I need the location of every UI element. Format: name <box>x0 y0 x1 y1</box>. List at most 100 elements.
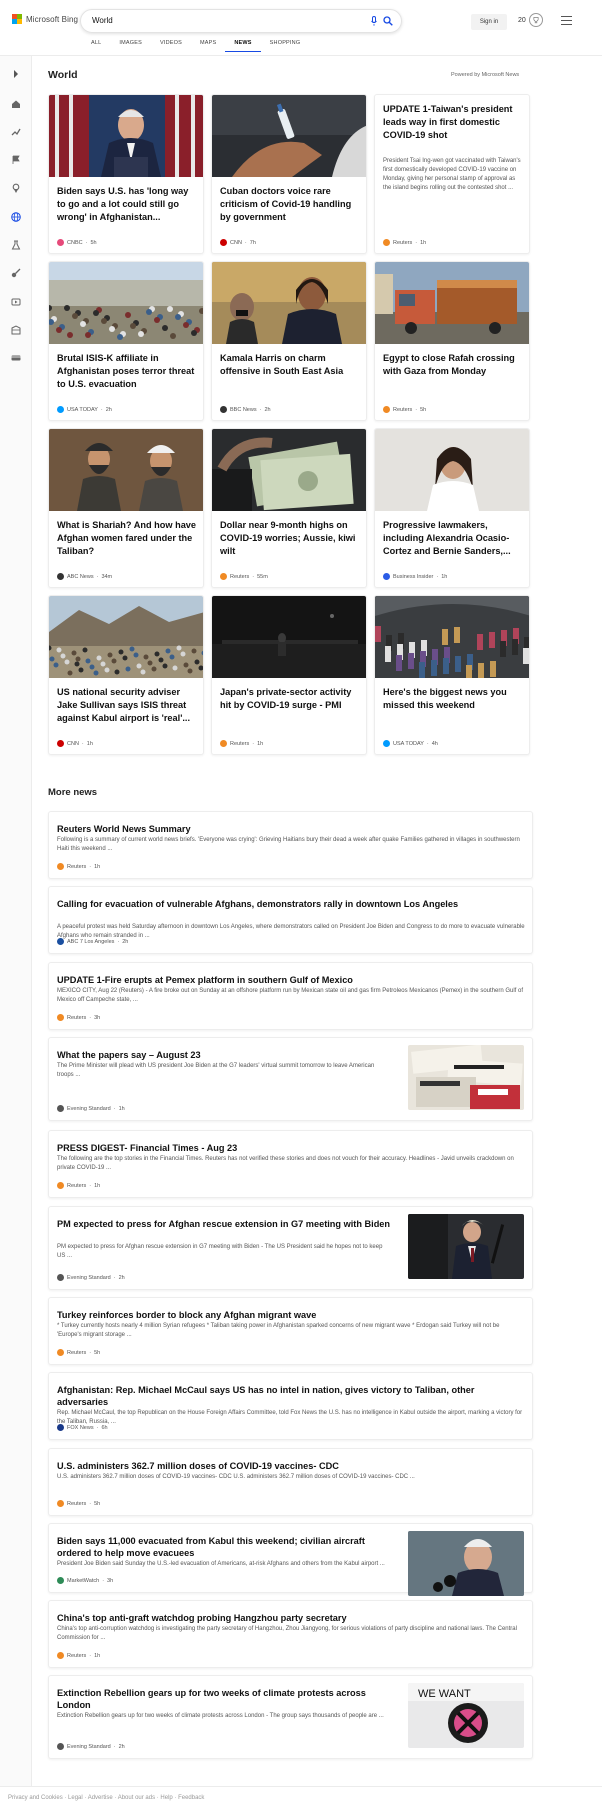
sidebar-item-globe[interactable] <box>10 211 22 223</box>
news-card-headline[interactable]: Biden says U.S. has 'long way to go and … <box>57 185 197 224</box>
sidebar-item-entertainment[interactable] <box>10 324 22 336</box>
news-card-headline[interactable]: US national security adviser Jake Sulliv… <box>57 686 197 725</box>
list-item-thumbnail[interactable] <box>408 1531 524 1596</box>
list-item[interactable]: UPDATE 1-Fire erupts at Pemex platform i… <box>48 962 533 1030</box>
news-card-source[interactable]: CNN · 7h <box>220 239 256 246</box>
news-card-headline[interactable]: Dollar near 9-month highs on COVID-19 wo… <box>220 519 360 558</box>
sidebar-item-expand[interactable] <box>10 68 22 80</box>
list-item[interactable]: PRESS DIGEST- Financial Times - Aug 23 Th… <box>48 1130 533 1198</box>
list-item-thumbnail[interactable] <box>408 1045 524 1110</box>
sidebar-item-trending[interactable] <box>10 126 22 138</box>
list-item[interactable]: Biden says 11,000 evacuated from Kabul t… <box>48 1523 533 1596</box>
news-card-source[interactable]: BBC News · 2h <box>220 406 271 413</box>
news-card-source[interactable]: Business Insider · 1h <box>383 573 447 580</box>
news-card-image[interactable] <box>375 262 529 344</box>
rewards-button[interactable]: 20 <box>518 13 543 27</box>
list-item-headline[interactable]: Afghanistan: Rep. Michael McCaul says US… <box>57 1384 525 1408</box>
news-card-image[interactable] <box>49 95 203 177</box>
sign-in-button[interactable]: Sign in <box>471 14 507 30</box>
list-item[interactable]: Afghanistan: Rep. Michael McCaul says US… <box>48 1372 533 1440</box>
list-item-headline[interactable]: PRESS DIGEST- Financial Times - Aug 23 <box>57 1142 525 1154</box>
tab-news[interactable]: NEWS <box>225 40 261 52</box>
list-item-headline[interactable]: Extinction Rebellion gears up for two we… <box>57 1687 392 1711</box>
list-item-thumbnail[interactable] <box>408 1214 524 1279</box>
search-box[interactable]: World <box>80 9 402 33</box>
list-item-source[interactable]: Evening Standard · 2h <box>57 1274 125 1281</box>
news-card-image[interactable] <box>49 429 203 511</box>
news-card[interactable]: Biden says U.S. has 'long way to go and … <box>48 94 204 254</box>
list-item-source[interactable]: Reuters · 1h <box>57 863 100 870</box>
search-input[interactable]: World <box>92 16 113 25</box>
sidebar-item-location[interactable] <box>10 182 22 194</box>
news-card[interactable]: US national security adviser Jake Sulliv… <box>48 595 204 755</box>
list-item-headline[interactable]: Calling for evacuation of vulnerable Afg… <box>57 898 525 910</box>
list-item-source[interactable]: Evening Standard · 1h <box>57 1105 125 1112</box>
news-card-headline[interactable]: Progressive lawmakers, including Alexand… <box>383 519 523 558</box>
list-item[interactable]: What the papers say – August 23 The Prime… <box>48 1037 533 1121</box>
sidebar-item-flag[interactable] <box>10 154 22 166</box>
news-card-image[interactable] <box>375 596 529 681</box>
news-card-source[interactable]: USA TODAY · 4h <box>383 740 438 747</box>
news-card[interactable]: Brutal ISIS-K affiliate in Afghanistan p… <box>48 261 204 421</box>
news-card-source[interactable]: Reuters · 5h <box>383 406 426 413</box>
list-item-source[interactable]: FOX News · 6h <box>57 1424 108 1431</box>
news-card-source[interactable]: CNBC · 5h <box>57 239 97 246</box>
hamburger-menu-icon[interactable] <box>561 16 572 25</box>
news-card-image[interactable] <box>375 429 529 511</box>
tab-all[interactable]: ALL <box>82 40 110 52</box>
microphone-icon[interactable] <box>371 16 377 26</box>
list-item[interactable]: Turkey reinforces border to block any Af… <box>48 1297 533 1365</box>
list-item[interactable]: Reuters World News Summary Following is a… <box>48 811 533 879</box>
list-item-headline[interactable]: What the papers say – August 23 <box>57 1049 392 1061</box>
news-card-headline[interactable]: Japan's private-sector activity hit by C… <box>220 686 360 712</box>
news-card-source[interactable]: Reuters · 55m <box>220 573 268 580</box>
news-card-headline[interactable]: Here's the biggest news you missed this … <box>383 686 523 712</box>
news-card[interactable]: Progressive lawmakers, including Alexand… <box>374 428 530 588</box>
list-item-source[interactable]: Reuters · 1h <box>57 1652 100 1659</box>
news-card[interactable]: Japan's private-sector activity hit by C… <box>211 595 367 755</box>
news-card-image[interactable] <box>49 596 203 678</box>
list-item-source[interactable]: Evening Standard · 2h <box>57 1743 125 1750</box>
news-card-source[interactable]: Reuters · 1h <box>220 740 263 747</box>
news-card-image[interactable] <box>212 262 366 344</box>
news-card-headline[interactable]: Cuban doctors voice rare criticism of Co… <box>220 185 360 224</box>
list-item[interactable]: Extinction Rebellion gears up for two we… <box>48 1675 533 1759</box>
news-card[interactable]: Kamala Harris on charm offensive in Sout… <box>211 261 367 421</box>
tab-shopping[interactable]: SHOPPING <box>261 40 310 52</box>
footer-links[interactable]: Privacy and Cookies · Legal · Advertise … <box>8 1795 204 1801</box>
news-card-source[interactable]: Reuters · 1h <box>383 239 426 246</box>
news-card[interactable]: UPDATE 1-Taiwan's president leads way in… <box>374 94 530 254</box>
list-item-source[interactable]: Reuters · 1h <box>57 1182 100 1189</box>
sidebar-item-science[interactable] <box>10 239 22 251</box>
sidebar-item-sports[interactable] <box>10 267 22 279</box>
tab-maps[interactable]: MAPS <box>191 40 225 52</box>
list-item-source[interactable]: Reuters · 3h <box>57 1014 100 1021</box>
list-item-source[interactable]: MarketWatch · 3h <box>57 1577 113 1584</box>
news-card-headline[interactable]: Kamala Harris on charm offensive in Sout… <box>220 352 360 378</box>
tab-images[interactable]: IMAGES <box>110 40 151 52</box>
list-item-headline[interactable]: Biden says 11,000 evacuated from Kabul t… <box>57 1535 392 1559</box>
news-card[interactable]: Egypt to close Rafah crossing with Gaza … <box>374 261 530 421</box>
news-card-headline[interactable]: What is Shariah? And how have Afghan wom… <box>57 519 197 558</box>
powered-by-label[interactable]: Powered by Microsoft News <box>451 72 519 78</box>
list-item[interactable]: U.S. administers 362.7 million doses of … <box>48 1448 533 1516</box>
sidebar-item-money[interactable] <box>10 352 22 364</box>
bing-logo[interactable]: Microsoft Bing <box>12 14 78 24</box>
list-item-headline[interactable]: PM expected to press for Afghan rescue e… <box>57 1218 392 1230</box>
sidebar-item-home[interactable] <box>10 98 22 110</box>
list-item-headline[interactable]: Turkey reinforces border to block any Af… <box>57 1309 525 1321</box>
news-card-image[interactable] <box>212 596 366 678</box>
news-card-image[interactable] <box>49 262 203 344</box>
search-icon[interactable] <box>383 16 393 26</box>
list-item-headline[interactable]: Reuters World News Summary <box>57 823 525 835</box>
news-card-image[interactable] <box>212 95 366 177</box>
list-item-source[interactable]: Reuters · 5h <box>57 1349 100 1356</box>
list-item[interactable]: Calling for evacuation of vulnerable Afg… <box>48 886 533 954</box>
list-item-headline[interactable]: U.S. administers 362.7 million doses of … <box>57 1460 525 1472</box>
list-item-headline[interactable]: China's top anti-graft watchdog probing … <box>57 1612 525 1624</box>
list-item[interactable]: China's top anti-graft watchdog probing … <box>48 1600 533 1668</box>
news-card-source[interactable]: ABC News · 34m <box>57 573 112 580</box>
news-card-source[interactable]: USA TODAY · 2h <box>57 406 112 413</box>
news-card[interactable]: Dollar near 9-month highs on COVID-19 wo… <box>211 428 367 588</box>
news-card[interactable]: What is Shariah? And how have Afghan wom… <box>48 428 204 588</box>
